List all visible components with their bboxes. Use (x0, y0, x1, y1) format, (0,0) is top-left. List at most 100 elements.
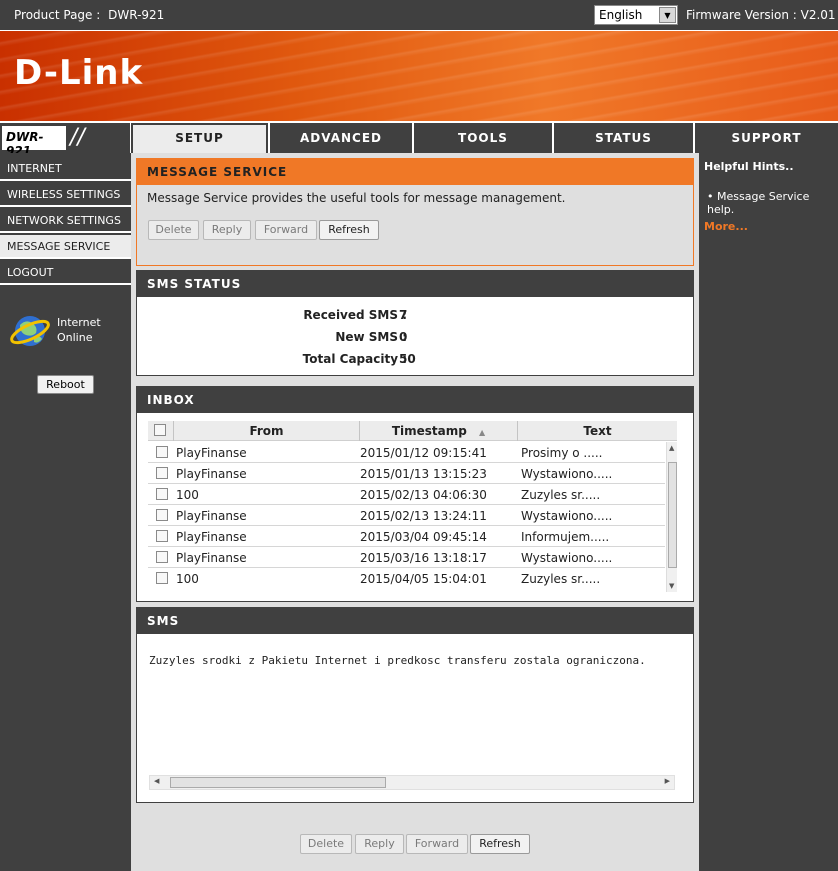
row-checkbox[interactable] (156, 509, 168, 521)
row-from: PlayFinanse (176, 509, 247, 523)
total-capacity-value: 50 (399, 352, 416, 366)
row-checkbox[interactable] (156, 530, 168, 542)
bottom-refresh-button[interactable]: Refresh (470, 834, 530, 854)
internet-status: Internet Online (57, 315, 101, 345)
scroll-left-icon[interactable]: ◀ (154, 777, 159, 785)
total-capacity-label: Total Capacity : (302, 352, 407, 366)
message-service-title: MESSAGE SERVICE (137, 159, 693, 185)
tab-setup[interactable]: SETUP (131, 123, 268, 153)
message-service-description: Message Service provides the useful tool… (147, 191, 566, 205)
row-timestamp: 2015/01/13 13:15:23 (360, 467, 487, 481)
received-sms-label: Received SMS : (303, 308, 407, 322)
reboot-button[interactable]: Reboot (37, 375, 94, 394)
sms-body: Zuzyles srodki z Pakietu Internet i pred… (149, 654, 646, 667)
row-checkbox[interactable] (156, 551, 168, 563)
column-header-from[interactable]: From (174, 421, 360, 441)
sms-status-panel: SMS STATUS Received SMS : 7 New SMS : 0 … (136, 270, 694, 376)
inbox-panel: INBOX From Timestamp ▲ Text PlayFinanse … (136, 386, 694, 602)
scroll-down-icon[interactable]: ▼ (669, 582, 674, 590)
select-all-cell (148, 421, 174, 441)
inbox-table: From Timestamp ▲ Text PlayFinanse 2015/0… (148, 421, 677, 592)
message-service-panel: MESSAGE SERVICE Message Service provides… (136, 158, 694, 266)
product-page-label: Product Page : DWR-921 (14, 8, 164, 22)
row-text: Wystawiono..... (521, 509, 613, 523)
row-from: PlayFinanse (176, 446, 247, 460)
select-all-checkbox[interactable] (154, 424, 166, 436)
row-checkbox[interactable] (156, 446, 168, 458)
internet-status-line2: Online (57, 331, 93, 344)
tab-advanced[interactable]: ADVANCED (270, 123, 412, 153)
forward-button[interactable]: Forward (255, 220, 317, 240)
sms-scrollbar-thumb[interactable] (170, 777, 386, 788)
reply-button[interactable]: Reply (203, 220, 251, 240)
row-timestamp: 2015/02/13 04:06:30 (360, 488, 487, 502)
row-from: PlayFinanse (176, 551, 247, 565)
hints-title: Helpful Hints.. (704, 160, 794, 173)
new-sms-label: New SMS : (335, 330, 407, 344)
column-header-text[interactable]: Text (518, 421, 677, 441)
sms-title: SMS (137, 608, 693, 634)
row-timestamp: 2015/01/12 09:15:41 (360, 446, 487, 460)
hints-item-text: Message Service help. (707, 190, 810, 216)
language-select[interactable]: English ▼ (594, 5, 678, 25)
inbox-title: INBOX (137, 387, 693, 413)
inbox-scrollbar[interactable]: ▲ ▼ (666, 442, 677, 592)
sms-status-title: SMS STATUS (137, 271, 693, 297)
row-checkbox[interactable] (156, 467, 168, 479)
tab-tools[interactable]: TOOLS (414, 123, 552, 153)
tab-support[interactable]: SUPPORT (695, 123, 838, 153)
row-text: Zuzyles sr..... (521, 572, 601, 586)
sms-horizontal-scrollbar[interactable]: ◀ ▶ (149, 775, 675, 790)
sidebar-item-network-settings[interactable]: NETWORK SETTINGS (0, 209, 131, 233)
model-badge: DWR-921 (2, 126, 66, 158)
tab-status[interactable]: STATUS (554, 123, 693, 153)
top-bar: Product Page : DWR-921 English ▼ Firmwar… (0, 0, 838, 30)
brand-banner: D-Link (0, 31, 838, 121)
dlink-logo: D-Link (14, 53, 144, 93)
main-nav: DWR-921 // SETUP ADVANCED TOOLS STATUS S… (0, 123, 838, 158)
product-model-text: DWR-921 (108, 8, 165, 22)
delete-button[interactable]: Delete (148, 220, 199, 240)
refresh-button[interactable]: Refresh (319, 220, 379, 240)
internet-status-line1: Internet (57, 316, 101, 329)
table-row[interactable]: 100 2015/04/05 15:04:01 Zuzyles sr..... (148, 568, 665, 589)
row-text: Wystawiono..... (521, 467, 613, 481)
bottom-reply-button[interactable]: Reply (355, 834, 404, 854)
sidebar-item-internet[interactable]: INTERNET (0, 157, 131, 181)
table-row[interactable]: PlayFinanse 2015/02/13 13:24:11 Wystawio… (148, 505, 665, 526)
internet-globe-icon (10, 316, 50, 346)
sort-ascending-icon: ▲ (479, 428, 486, 437)
row-timestamp: 2015/02/13 13:24:11 (360, 509, 487, 523)
sidebar-item-logout[interactable]: LOGOUT (0, 261, 131, 285)
slash-decoration-icon: // (70, 125, 85, 150)
sidebar-item-message-service[interactable]: MESSAGE SERVICE (0, 235, 131, 259)
chevron-down-icon[interactable]: ▼ (659, 7, 676, 23)
row-timestamp: 2015/03/04 09:45:14 (360, 530, 487, 544)
row-timestamp: 2015/03/16 13:18:17 (360, 551, 487, 565)
row-text: Wystawiono..... (521, 551, 613, 565)
bottom-forward-button[interactable]: Forward (406, 834, 468, 854)
table-row[interactable]: PlayFinanse 2015/01/12 09:15:41 Prosimy … (148, 442, 665, 463)
row-from: PlayFinanse (176, 467, 247, 481)
row-text: Informujem..... (521, 530, 610, 544)
sms-panel: SMS Zuzyles srodki z Pakietu Internet i … (136, 607, 694, 803)
row-text: Prosimy o ..... (521, 446, 603, 460)
column-header-timestamp[interactable]: Timestamp ▲ (360, 421, 518, 441)
more-link[interactable]: More... (704, 220, 748, 233)
scroll-right-icon[interactable]: ▶ (665, 777, 670, 785)
row-checkbox[interactable] (156, 488, 168, 500)
row-text: Zuzyles sr..... (521, 488, 601, 502)
table-row[interactable]: PlayFinanse 2015/01/13 13:15:23 Wystawio… (148, 463, 665, 484)
table-row[interactable]: PlayFinanse 2015/03/16 13:18:17 Wystawio… (148, 547, 665, 568)
inbox-scrollbar-thumb[interactable] (668, 462, 677, 568)
sidebar-item-wireless-settings[interactable]: WIRELESS SETTINGS (0, 183, 131, 207)
firmware-version: Firmware Version : V2.01 (686, 8, 836, 22)
bottom-delete-button[interactable]: Delete (300, 834, 352, 854)
scroll-up-icon[interactable]: ▲ (669, 444, 674, 452)
table-row[interactable]: PlayFinanse 2015/03/04 09:45:14 Informuj… (148, 526, 665, 547)
helpful-hints-sidebar: Helpful Hints.. • Message Service help. … (699, 153, 838, 871)
model-badge-area: DWR-921 // (0, 123, 130, 158)
row-checkbox[interactable] (156, 572, 168, 584)
table-row[interactable]: 100 2015/02/13 04:06:30 Zuzyles sr..... (148, 484, 665, 505)
product-page-text: Product Page : (14, 8, 101, 22)
